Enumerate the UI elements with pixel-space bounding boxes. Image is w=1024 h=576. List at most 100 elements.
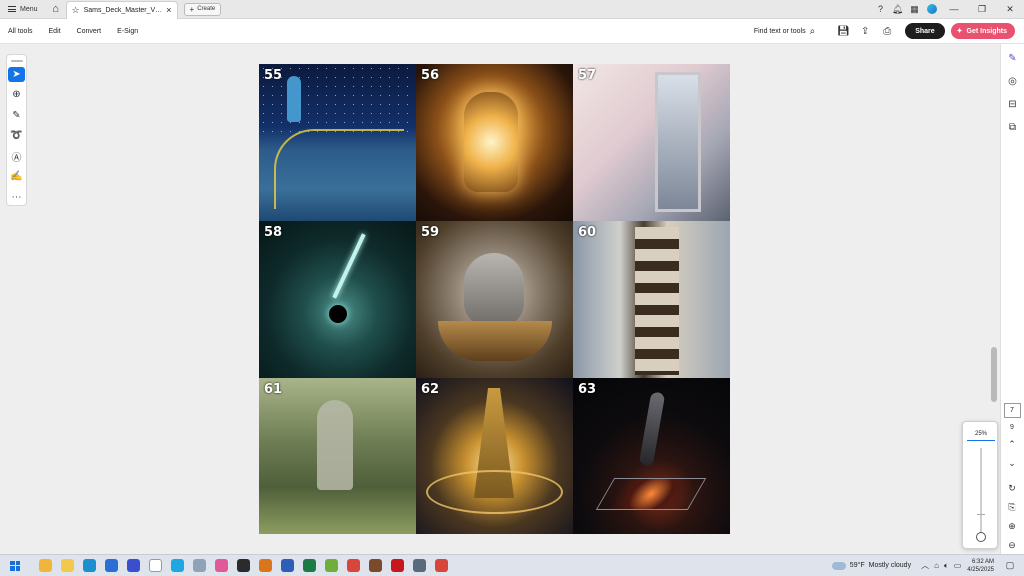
share-button[interactable]: Share <box>905 23 945 39</box>
taskbar-app-skype[interactable] <box>166 555 188 576</box>
taskbar-app-chrome[interactable] <box>342 555 364 576</box>
taskbar-app-photos[interactable] <box>188 555 210 576</box>
photos-icon <box>192 559 206 572</box>
menu-button[interactable]: Menu <box>0 0 46 19</box>
zoom-slider-knob[interactable] <box>976 532 986 542</box>
taskbar-app-calculator[interactable] <box>408 555 430 576</box>
save-icon[interactable]: 💾︎ <box>835 23 851 39</box>
card-number: 61 <box>264 382 283 397</box>
create-button[interactable]: + Create <box>183 2 222 16</box>
battery-icon[interactable]: ▭ <box>954 561 962 570</box>
volume-icon[interactable]: 🔈︎ <box>944 561 949 571</box>
taskbar-app-terminal[interactable] <box>232 555 254 576</box>
start-button[interactable] <box>4 555 26 576</box>
minimize-button[interactable]: — <box>940 0 968 19</box>
profile-avatar[interactable] <box>923 0 940 19</box>
paint-icon <box>214 559 228 572</box>
edit-pdf-icon[interactable]: ✎ <box>1005 50 1021 66</box>
menu-all-tools[interactable]: All tools <box>0 28 41 35</box>
notepad-icon <box>324 559 338 572</box>
cloud-icon <box>831 558 846 570</box>
restore-button[interactable]: ❐ <box>968 0 996 19</box>
menu-convert[interactable]: Convert <box>69 28 110 35</box>
menu-e-sign[interactable]: E-Sign <box>109 28 146 35</box>
taskbar-app-word[interactable] <box>276 555 298 576</box>
fill-sign-icon[interactable]: ✍ <box>8 169 25 184</box>
help-icon[interactable]: ? <box>872 0 889 19</box>
card-number: 63 <box>578 382 597 397</box>
taskbar-app-chrome[interactable] <box>430 555 452 576</box>
clock[interactable]: 6:32 AM 4/25/2025 <box>967 558 994 574</box>
card-image-55: 55 <box>259 64 416 221</box>
taskbar-app-calendar[interactable] <box>34 555 56 576</box>
taskbar-app-excel[interactable] <box>298 555 320 576</box>
taskbar-app-chat[interactable] <box>122 555 144 576</box>
notification-icon[interactable]: ▢ <box>1002 558 1018 574</box>
document-tab[interactable]: ☆ Sams_Deck_Master_Vis... × <box>65 0 178 19</box>
close-window-button[interactable]: ✕ <box>996 0 1024 19</box>
card-number: 62 <box>421 382 440 397</box>
zoom-in-icon[interactable]: ⊕ <box>1004 518 1020 534</box>
get-insights-button[interactable]: ✦ Get Insights <box>950 23 1015 39</box>
more-tools-icon[interactable]: ⋯ <box>8 190 25 205</box>
zoom-tool-icon[interactable]: ⊕ <box>8 87 25 102</box>
lasso-icon[interactable]: ➰ <box>8 128 25 143</box>
network-icon[interactable]: ⌂ <box>934 561 939 570</box>
orb-decoration <box>329 305 347 323</box>
figure-decoration <box>287 76 301 122</box>
comment-icon[interactable]: ◎ <box>1005 73 1021 89</box>
upload-cloud-icon[interactable]: ⇪ <box>857 23 873 39</box>
card-image-57: 57 <box>573 64 730 221</box>
print-icon[interactable]: ⎙ <box>879 23 895 39</box>
system-tray: ︿ ⌂ 🔈︎ ▭ <box>921 560 961 571</box>
starfield-decoration <box>259 64 416 135</box>
zoom-popup: 25% <box>962 421 998 549</box>
taskbar-app-mail[interactable] <box>100 555 122 576</box>
zoom-value-input[interactable]: 25% <box>967 427 995 441</box>
taskbar-app-paint[interactable] <box>210 555 232 576</box>
windows-logo-icon <box>10 560 20 571</box>
menu-edit[interactable]: Edit <box>41 28 69 35</box>
calculator-icon <box>412 559 426 572</box>
find-tools-button[interactable]: Find text or tools ⌕ <box>754 26 815 37</box>
rotate-icon[interactable]: ↻ <box>1004 480 1020 496</box>
menu-label: Menu <box>20 5 38 13</box>
taskbar-app-game[interactable] <box>364 555 386 576</box>
edge-icon <box>82 559 96 572</box>
taskbar-app-document[interactable] <box>144 555 166 576</box>
chevron-up-icon[interactable]: ︿ <box>921 560 929 571</box>
taskbar-app-media[interactable] <box>254 555 276 576</box>
taskbar-app-acrobat[interactable] <box>386 555 408 576</box>
home-icon[interactable]: ⌂ <box>46 0 66 19</box>
pdf-page[interactable]: 55 56 57 58 59 60 61 62 63 <box>259 64 730 534</box>
bookmark-icon[interactable]: ⊟ <box>1005 96 1021 112</box>
card-image-62: 62 <box>416 378 573 534</box>
bell-icon[interactable]: 🔔︎ <box>889 0 906 19</box>
mask-decoration <box>464 253 524 327</box>
text-box-icon[interactable]: Ⓐ <box>8 149 25 164</box>
panel-grip[interactable] <box>10 60 23 62</box>
zoom-out-icon[interactable]: ⊖ <box>1004 537 1020 553</box>
taskbar-app-file-explorer[interactable] <box>56 555 78 576</box>
previous-page-icon[interactable]: ⌃ <box>1004 436 1020 452</box>
apps-grid-icon[interactable]: ▦ <box>906 0 923 19</box>
search-icon: ⌕ <box>809 25 816 37</box>
card-number: 59 <box>421 225 440 240</box>
pen-icon[interactable]: ✎ <box>8 108 25 123</box>
next-page-icon[interactable]: ⌄ <box>1004 455 1020 471</box>
close-tab-icon[interactable]: × <box>166 5 171 15</box>
star-icon[interactable]: ☆ <box>72 5 80 16</box>
zoom-slider-track[interactable] <box>980 448 982 536</box>
word-icon <box>280 559 294 572</box>
document-icon <box>148 559 162 572</box>
weather-widget[interactable]: 59°F Mostly cloudy <box>831 558 911 570</box>
page-tools-icon[interactable]: ⎘ <box>1004 499 1020 515</box>
scrollbar-thumb[interactable] <box>991 347 997 402</box>
card-image-59: 59 <box>416 221 573 378</box>
taskbar-app-notepad[interactable] <box>320 555 342 576</box>
copy-pages-icon[interactable]: ⧉ <box>1005 119 1021 135</box>
select-cursor-icon[interactable]: ➤ <box>8 66 25 83</box>
current-page-input[interactable]: 7 <box>1003 403 1021 418</box>
taskbar-app-edge[interactable] <box>78 555 100 576</box>
card-image-58: 58 <box>259 221 416 378</box>
